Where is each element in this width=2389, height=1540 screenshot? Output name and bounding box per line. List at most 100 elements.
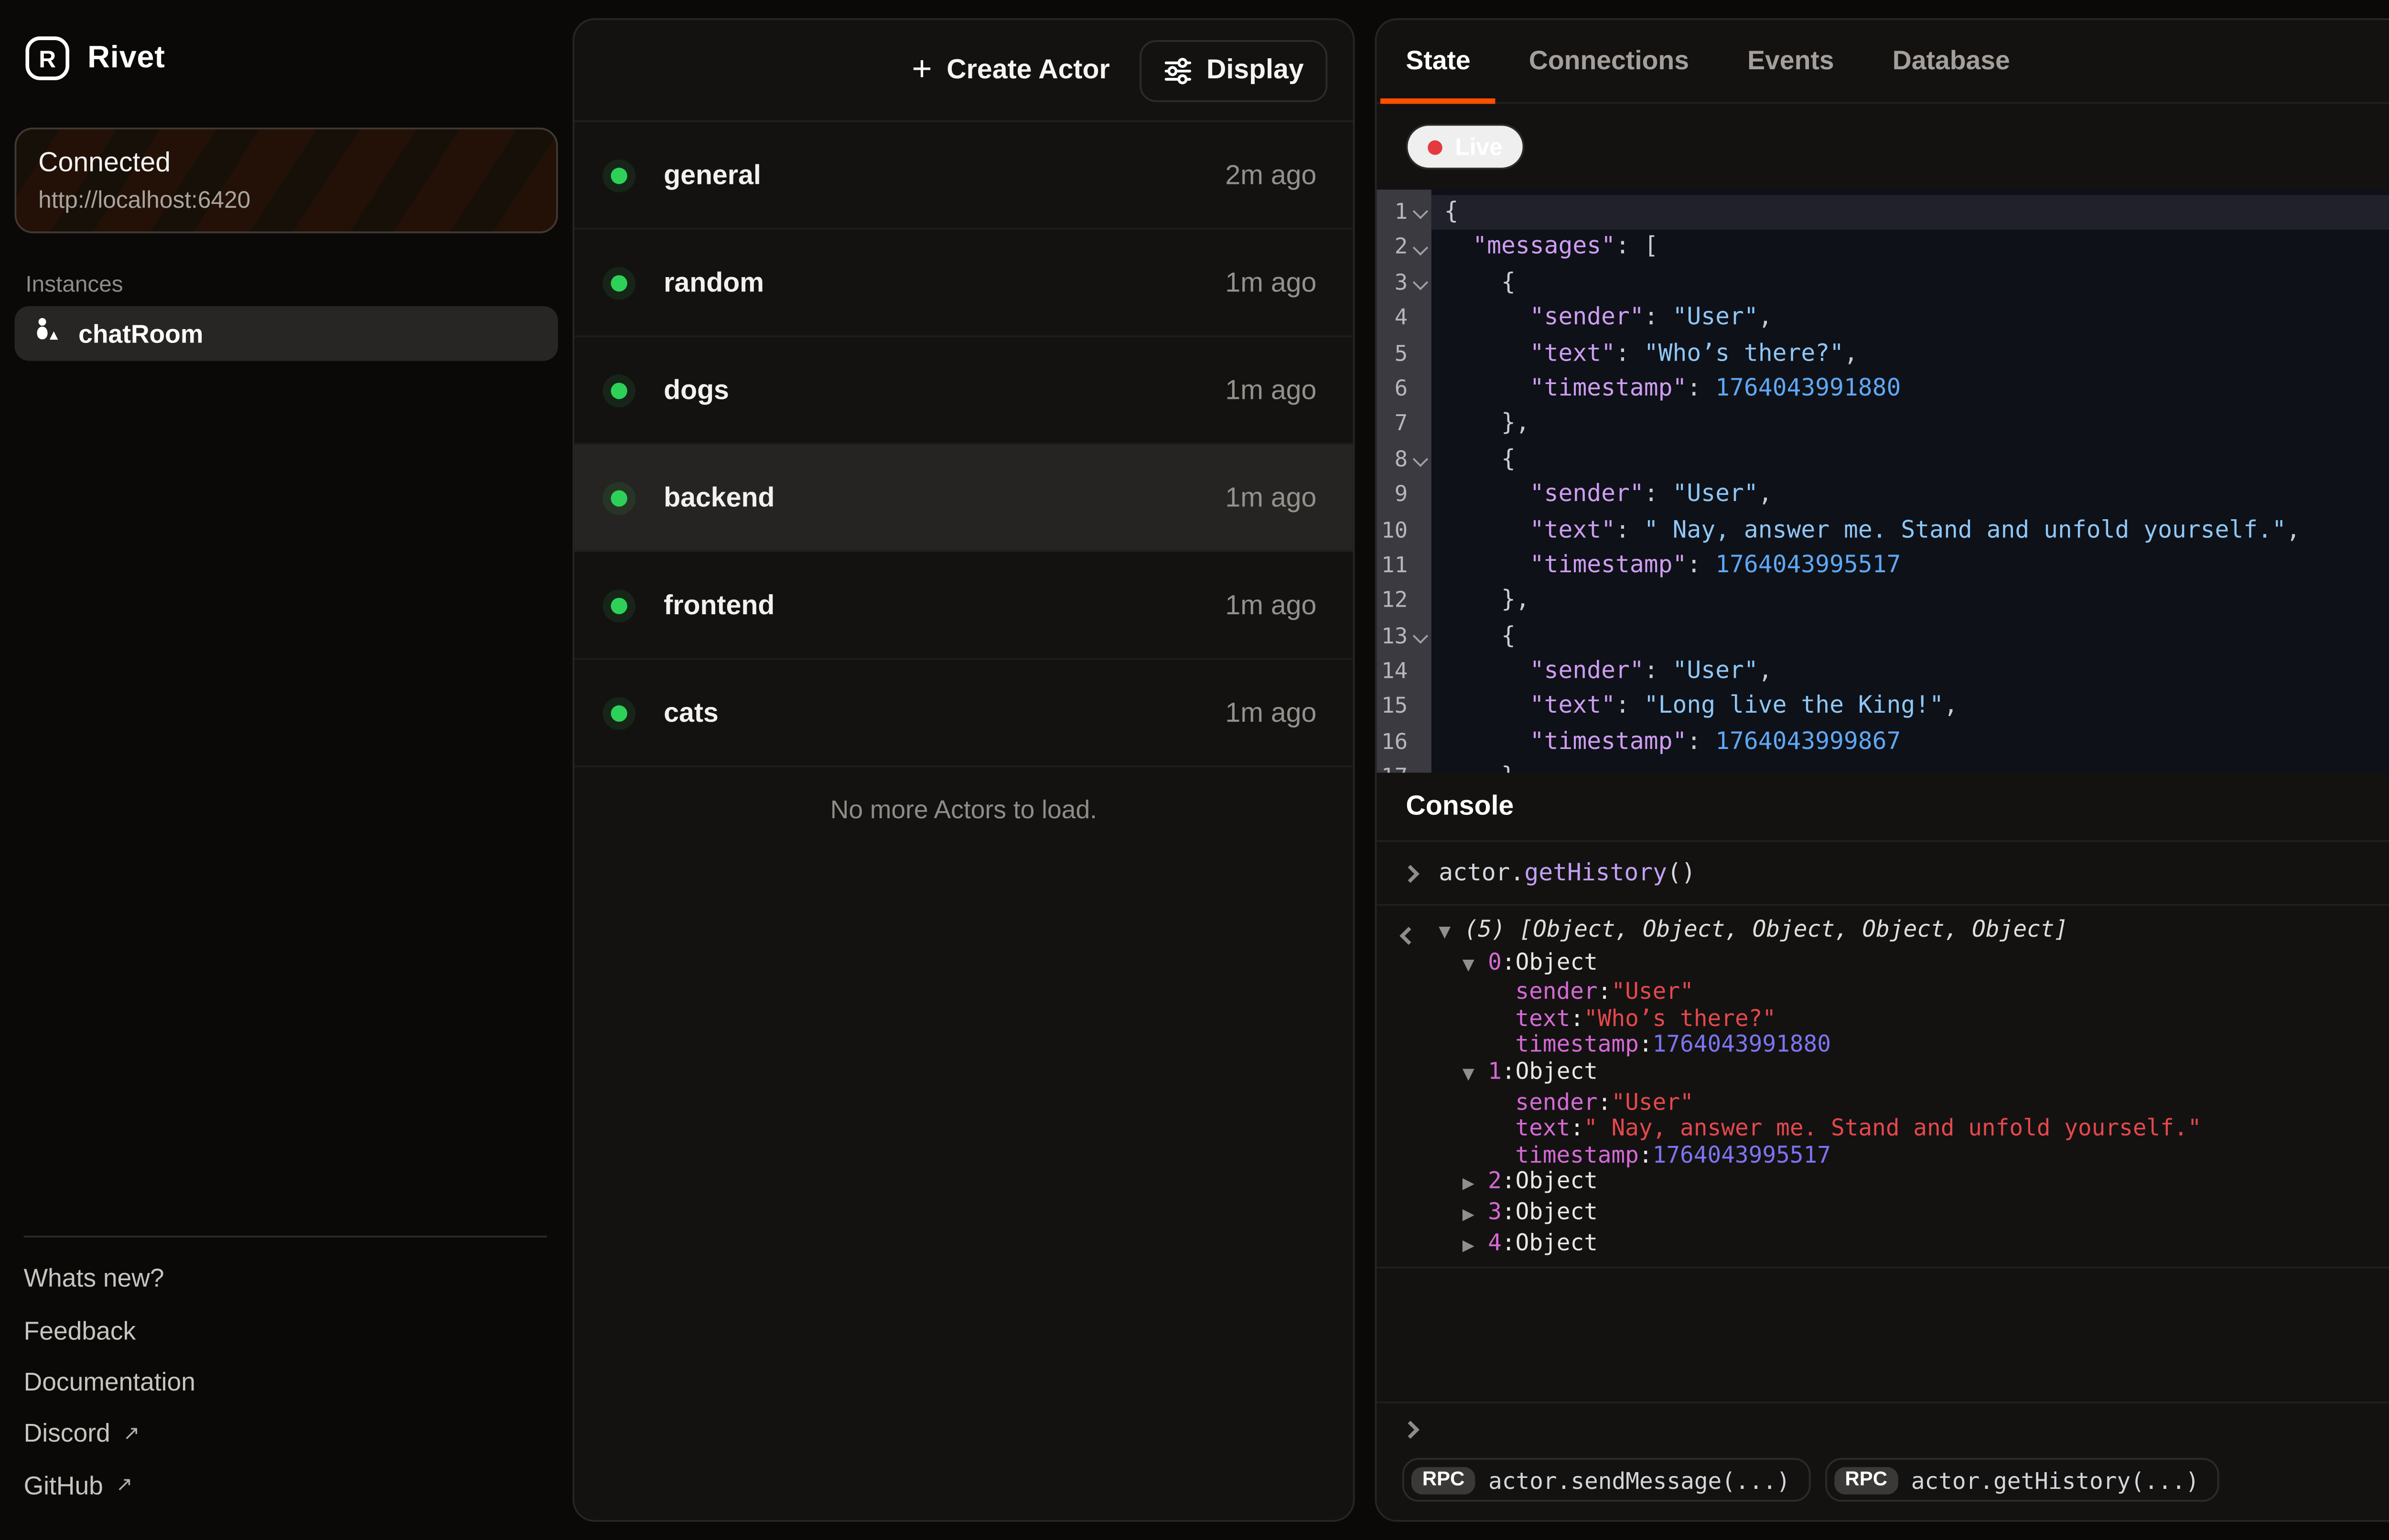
- console-input[interactable]: [1377, 1403, 2389, 1451]
- actor-name: backend: [664, 482, 775, 513]
- tab-events[interactable]: Events: [1718, 20, 1863, 102]
- fold-chevron-icon[interactable]: [1411, 204, 1428, 221]
- actor-last-active: 1m ago: [1225, 589, 1316, 620]
- actor-name: general: [664, 160, 761, 191]
- prompt-chevron-icon: [1401, 1420, 1420, 1438]
- console-line[interactable]: ▶2: Object: [1402, 1169, 2389, 1199]
- console-line: timestamp: 1764043995517: [1402, 1142, 2389, 1169]
- rpc-suggestions: RPCactor.sendMessage(...) RPCactor.getHis…: [1377, 1451, 2389, 1520]
- collapse-triangle-icon[interactable]: ▼: [1463, 1059, 1488, 1089]
- actor-last-active: 1m ago: [1225, 374, 1316, 406]
- gutter-line-number: 14: [1377, 654, 1431, 690]
- sidebar-link-documentation[interactable]: Documentation: [24, 1356, 547, 1407]
- actor-name: frontend: [664, 589, 775, 620]
- actor-row[interactable]: cats 1m ago: [574, 660, 1353, 767]
- response-chevron-icon: [1402, 917, 1439, 949]
- instance-label: chatRoom: [78, 319, 203, 348]
- sidebar-footer-links: Whats new?FeedbackDocumentationDiscord↗G…: [24, 1252, 547, 1511]
- external-link-icon: ↗: [116, 1473, 133, 1497]
- actor-row[interactable]: general 2m ago: [574, 122, 1353, 230]
- gutter-line-number: 5: [1377, 336, 1431, 372]
- editor-line: 10 "text": " Nay, answer me. Stand and u…: [1377, 513, 2389, 548]
- editor-line: 7 },: [1377, 407, 2389, 442]
- actor-last-active: 1m ago: [1225, 482, 1316, 513]
- actor-row[interactable]: dogs1m ago: [574, 337, 1353, 445]
- fold-chevron-icon[interactable]: [1411, 452, 1428, 468]
- actor-last-active: 1m ago: [1225, 697, 1316, 728]
- console-line[interactable]: ▼0: Object: [1402, 949, 2389, 979]
- console-header[interactable]: Console: [1377, 773, 2389, 842]
- rpc-suggestion-button[interactable]: RPCactor.sendMessage(...): [1402, 1458, 1810, 1502]
- expand-triangle-icon[interactable]: ▶: [1463, 1230, 1488, 1260]
- actor-last-active: 2m ago: [1225, 160, 1316, 191]
- gutter-line-number: 7: [1377, 407, 1431, 442]
- tab-state[interactable]: State: [1377, 20, 1499, 102]
- actor-rows: general2m agorandom1m agodogs1m agobacke…: [574, 122, 1353, 768]
- editor-line: 11 "timestamp": 1764043995517: [1377, 548, 2389, 584]
- editor-line: 12 },: [1377, 584, 2389, 619]
- sidebar-link-whats-new-[interactable]: Whats new?: [24, 1252, 547, 1304]
- sidebar-link-feedback[interactable]: Feedback: [24, 1304, 547, 1355]
- rpc-badge: RPC: [1411, 1466, 1475, 1493]
- collapse-triangle-icon[interactable]: ▼: [1463, 949, 1488, 979]
- console-line[interactable]: ▼(5) [Object, Object, Object, Object, Ob…: [1402, 917, 2389, 949]
- sidebar-link-discord[interactable]: Discord↗: [24, 1407, 547, 1459]
- actor-name: cats: [664, 697, 719, 728]
- online-dot-icon: [611, 274, 627, 290]
- console-output: ▼(5) [Object, Object, Object, Object, Ob…: [1377, 906, 2389, 1269]
- actor-row[interactable]: backend 1m ago: [574, 445, 1353, 552]
- actor-row[interactable]: frontend 1m ago: [574, 552, 1353, 660]
- actors-icon: [33, 314, 62, 353]
- online-dot-icon: [611, 167, 627, 183]
- editor-line: 4 "sender": "User",: [1377, 301, 2389, 336]
- gutter-line-number: 4: [1377, 301, 1431, 336]
- sidebar-item-instance[interactable]: chatRoom: [15, 306, 558, 361]
- create-actor-button[interactable]: + Create Actor: [912, 53, 1109, 87]
- fold-chevron-icon[interactable]: [1411, 629, 1428, 645]
- inspector-tabbar: StateConnectionsEventsDatabase Running: [1377, 20, 2389, 104]
- instances-label: Instances: [25, 271, 123, 297]
- console-line: sender: "User": [1402, 979, 2389, 1006]
- state-json-editor[interactable]: 1{2 "messages": [3 {4 "sender": "User",5…: [1377, 190, 2389, 773]
- console-line: text: "Who’s there?": [1402, 1005, 2389, 1032]
- brand-name: Rivet: [87, 40, 165, 76]
- rivet-logo: R Rivet: [25, 36, 165, 80]
- expand-triangle-icon[interactable]: ▶: [1463, 1199, 1488, 1229]
- fold-chevron-icon[interactable]: [1411, 240, 1428, 256]
- online-dot-icon: [611, 705, 627, 721]
- editor-line: 1{: [1377, 195, 2389, 230]
- actor-row[interactable]: random1m ago: [574, 230, 1353, 337]
- gutter-line-number: 2: [1377, 230, 1431, 266]
- console-line: text: " Nay, answer me. Stand and unfold…: [1402, 1116, 2389, 1143]
- sidebar-link-github[interactable]: GitHub↗: [24, 1459, 547, 1510]
- expand-triangle-icon[interactable]: ▶: [1463, 1169, 1488, 1199]
- inspector-tabs: StateConnectionsEventsDatabase: [1377, 20, 2039, 102]
- console-line[interactable]: ▼1: Object: [1402, 1059, 2389, 1089]
- editor-line: 3 {: [1377, 266, 2389, 301]
- console-line: timestamp: 1764043991880: [1402, 1032, 2389, 1059]
- display-label: Display: [1206, 54, 1304, 86]
- online-dot-icon: [611, 382, 627, 398]
- inspector-panel: StateConnectionsEventsDatabase Running L…: [1375, 18, 2389, 1522]
- tab-database[interactable]: Database: [1863, 20, 2039, 102]
- gutter-line-number: 9: [1377, 478, 1431, 513]
- console-line[interactable]: ▶3: Object: [1402, 1199, 2389, 1229]
- live-dot-icon: [1428, 139, 1442, 154]
- rpc-badge: RPC: [1834, 1466, 1898, 1493]
- live-toggle[interactable]: Live: [1406, 124, 1524, 169]
- fold-chevron-icon[interactable]: [1411, 275, 1428, 291]
- console-input-section: RPCactor.sendMessage(...) RPCactor.getHis…: [1377, 1401, 2389, 1520]
- editor-line: 2 "messages": [: [1377, 230, 2389, 266]
- plus-icon: +: [912, 53, 932, 87]
- gutter-line-number: 10: [1377, 513, 1431, 548]
- console-command: actor.getHistory(): [1439, 859, 1696, 887]
- editor-lines: 1{2 "messages": [3 {4 "sender": "User",5…: [1377, 190, 2389, 773]
- tab-connections[interactable]: Connections: [1500, 20, 1718, 102]
- collapse-triangle-icon[interactable]: ▼: [1439, 917, 1464, 947]
- rpc-suggestion-button[interactable]: RPCactor.getHistory(...): [1825, 1458, 2219, 1502]
- display-button[interactable]: Display: [1139, 39, 1327, 101]
- editor-line: 15 "text": "Long live the King!",: [1377, 690, 2389, 725]
- console-line[interactable]: ▶4: Object: [1402, 1230, 2389, 1260]
- gutter-line-number: 11: [1377, 548, 1431, 584]
- end-of-list-message: No more Actors to load.: [574, 767, 1353, 823]
